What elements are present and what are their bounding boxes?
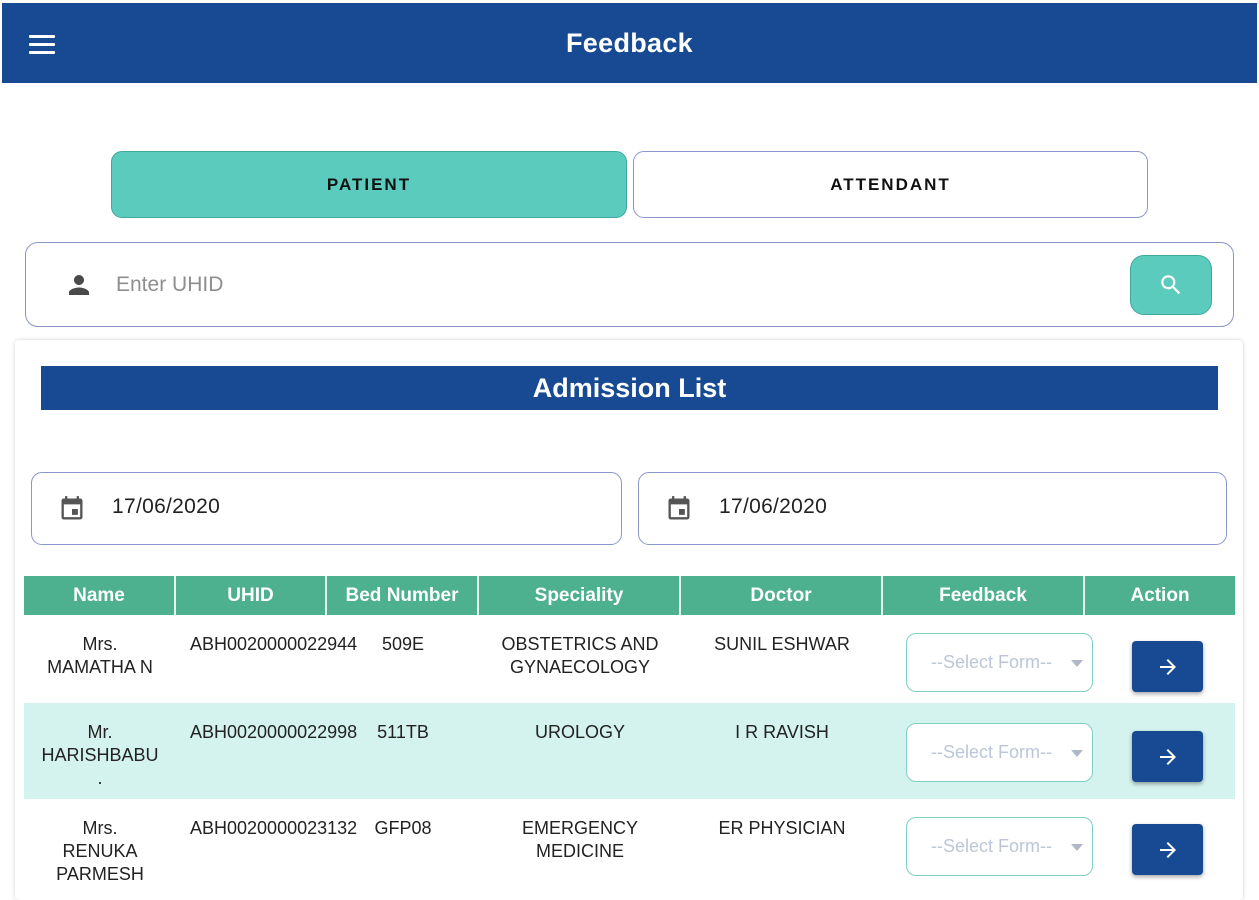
search-button[interactable] xyxy=(1130,255,1212,315)
speciality: UROLOGY xyxy=(534,722,626,742)
from-date-field[interactable]: 17/06/2020 xyxy=(31,472,622,545)
from-date-value: 17/06/2020 xyxy=(112,495,221,518)
to-date-field[interactable]: 17/06/2020 xyxy=(638,472,1227,545)
chevron-down-icon xyxy=(1071,844,1083,851)
speciality: OBSTETRICS AND GYNAECOLOGY xyxy=(501,634,659,677)
admission-list-title: Admission List xyxy=(41,366,1218,410)
person-icon xyxy=(69,275,89,295)
table-row: Mrs. RENUKA PARMESH ABH0020000023132 GFP… xyxy=(24,799,1235,893)
tab-attendant[interactable]: ATTENDANT xyxy=(633,151,1148,218)
feedback-form-select[interactable]: --Select Form-- xyxy=(906,817,1093,876)
doctor: I R RAVISH xyxy=(735,722,829,742)
calendar-icon xyxy=(668,496,690,520)
doctor: ER PHYSICIAN xyxy=(718,818,846,838)
column-header-action: Action xyxy=(1130,584,1190,606)
patient-uhid: ABH0020000022998 xyxy=(190,722,358,742)
column-header-doctor: Doctor xyxy=(681,576,883,615)
column-header-feedback: Feedback xyxy=(883,576,1085,615)
column-header-name: Name xyxy=(24,576,176,615)
patient-name: Mr. HARISHBABU . xyxy=(41,722,159,788)
app-bar: Feedback xyxy=(2,3,1257,83)
patient-uhid: ABH0020000023132 xyxy=(190,818,358,838)
to-date-value: 17/06/2020 xyxy=(719,495,828,518)
bed-number: GFP08 xyxy=(374,818,432,838)
page-title: Feedback xyxy=(566,27,693,58)
arrow-right-icon xyxy=(1159,748,1176,765)
bed-number: 511TB xyxy=(377,722,429,742)
search-icon xyxy=(1161,275,1181,295)
tab-patient[interactable]: PATIENT xyxy=(111,151,627,218)
patient-name: Mrs. MAMATHA N xyxy=(47,634,153,677)
patient-name: Mrs. RENUKA PARMESH xyxy=(56,818,144,884)
doctor: SUNIL ESHWAR xyxy=(714,634,850,654)
submit-arrow-button[interactable] xyxy=(1132,731,1203,782)
calendar-icon xyxy=(61,496,83,520)
table-row: Mrs. MAMATHA N ABH0020000022944 509E OBS… xyxy=(24,615,1235,703)
column-header-speciality: Speciality xyxy=(479,576,681,615)
arrow-right-icon xyxy=(1159,841,1176,858)
arrow-right-icon xyxy=(1159,658,1176,675)
speciality: EMERGENCY MEDICINE xyxy=(521,818,638,861)
uhid-search-box xyxy=(25,242,1234,327)
submit-arrow-button[interactable] xyxy=(1132,824,1203,875)
table-row: Mr. HARISHBABU . ABH0020000022998 511TB … xyxy=(24,703,1235,799)
hamburger-menu-icon[interactable] xyxy=(24,29,64,59)
uhid-input[interactable] xyxy=(116,263,1106,307)
feedback-form-select[interactable]: --Select Form-- xyxy=(906,633,1093,692)
chevron-down-icon xyxy=(1071,750,1083,757)
admission-table: Name UHID Bed Number Speciality Doctor F… xyxy=(24,576,1235,893)
bed-number: 509E xyxy=(381,634,425,654)
table-header: Name UHID Bed Number Speciality Doctor F… xyxy=(24,576,1235,615)
column-header-bed-number: Bed Number xyxy=(327,576,479,615)
column-header-uhid: UHID xyxy=(176,576,327,615)
patient-uhid: ABH0020000022944 xyxy=(190,634,358,654)
chevron-down-icon xyxy=(1071,660,1083,667)
submit-arrow-button[interactable] xyxy=(1132,641,1203,692)
feedback-form-select[interactable]: --Select Form-- xyxy=(906,723,1093,782)
